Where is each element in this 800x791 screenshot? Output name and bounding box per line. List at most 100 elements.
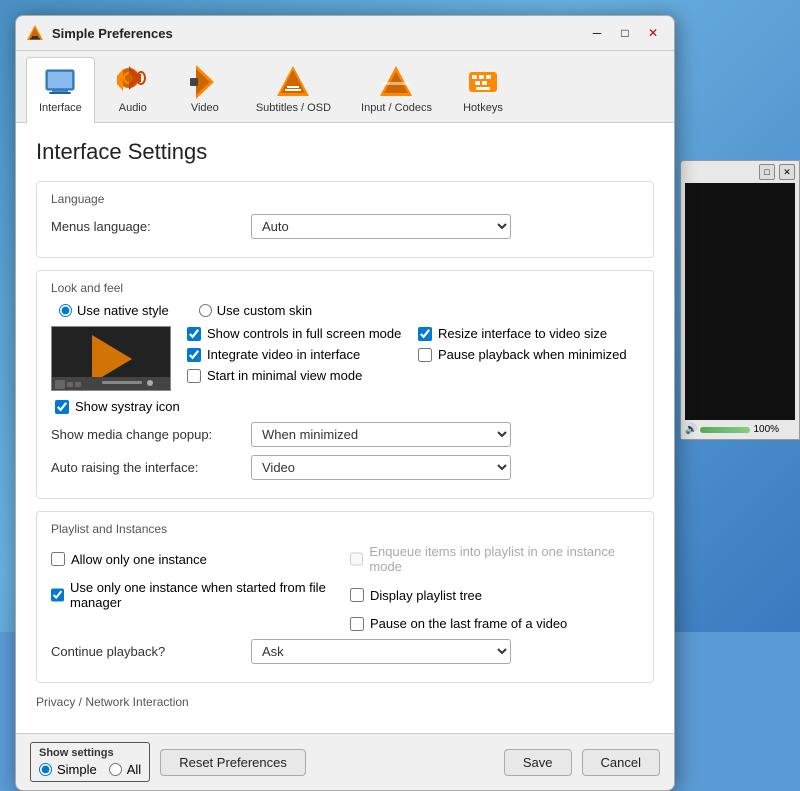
reset-preferences-button[interactable]: Reset Preferences [160,749,306,776]
menus-language-control: Auto English French German [251,214,639,239]
integrate-video-label: Integrate video in interface [207,347,360,362]
continue-playback-select[interactable]: Ask Always Never [251,639,511,664]
cancel-button[interactable]: Cancel [582,749,660,776]
auto-raising-select[interactable]: Video Never Always [251,455,511,480]
tab-interface-label: Interface [39,102,82,114]
page-title: Interface Settings [36,139,654,165]
volume-row: 🔊 100% [685,424,795,435]
integrate-video-checkbox[interactable]: Integrate video in interface [187,347,408,362]
options-column: Show controls in full screen mode Resize… [183,326,639,391]
pause-minimized-checkbox[interactable]: Pause playback when minimized [418,347,639,362]
speaker-icon: 🔊 [685,424,697,435]
tab-bar: Interface Audio [16,51,674,123]
display-playlist-tree-checkbox[interactable]: Display playlist tree [350,580,639,610]
look-and-feel-section: Look and feel Use native style Use custo… [36,270,654,499]
tab-input-label: Input / Codecs [361,102,432,114]
titlebar: Simple Preferences ─ □ ✕ [16,16,674,51]
systray-checkbox[interactable]: Show systray icon [55,399,639,414]
vlc-icon [26,24,44,42]
close-button[interactable]: ✕ [642,22,664,44]
show-settings-label: Show settings [39,747,141,759]
bottom-bar: Show settings Simple All Reset Preferenc… [16,733,674,790]
show-media-popup-row: Show media change popup: When minimized … [51,422,639,447]
enqueue-label: Enqueue items into playlist in one insta… [369,544,639,574]
pause-last-frame-label: Pause on the last frame of a video [370,616,567,631]
enqueue-checkbox[interactable]: Enqueue items into playlist in one insta… [350,544,639,574]
one-instance-label: Allow only one instance [71,552,207,567]
file-manager-instance-checkbox[interactable]: Use only one instance when started from … [51,580,340,610]
custom-skin-label: Use custom skin [217,303,312,318]
show-controls-checkbox[interactable]: Show controls in full screen mode [187,326,408,341]
save-button[interactable]: Save [504,749,572,776]
minimize-button[interactable]: ─ [586,22,608,44]
tab-subtitles-label: Subtitles / OSD [256,102,331,114]
window-controls: ─ □ ✕ [586,22,664,44]
tab-interface[interactable]: Interface [26,57,95,123]
show-settings-radios: Simple All [39,762,141,777]
show-media-popup-select[interactable]: When minimized Always Never [251,422,511,447]
playlist-checkboxes: Allow only one instance Enqueue items in… [51,544,639,631]
language-section: Language Menus language: Auto English Fr… [36,181,654,258]
mini-close-button[interactable]: ✕ [779,164,795,180]
tab-input-icon [378,64,414,100]
dialog-title: Simple Preferences [52,26,586,41]
interface-preview [51,326,171,391]
show-controls-label: Show controls in full screen mode [207,326,401,341]
look-and-feel-title: Look and feel [51,281,639,295]
continue-playback-row: Continue playback? Ask Always Never [51,639,639,664]
tab-interface-icon [42,64,78,100]
playlist-section-title: Playlist and Instances [51,522,639,536]
tab-input[interactable]: Input / Codecs [348,57,445,122]
style-radio-group: Use native style Use custom skin [59,303,639,318]
native-style-label: Use native style [77,303,169,318]
simple-label: Simple [57,762,97,777]
mini-player-panel: □ ✕ 🔊 100% [680,160,800,440]
tab-hotkeys-label: Hotkeys [463,102,503,114]
auto-raising-row: Auto raising the interface: Video Never … [51,455,639,480]
menus-language-row: Menus language: Auto English French Germ… [51,214,639,239]
mini-player-video [685,183,795,420]
privacy-section-title: Privacy / Network Interaction [36,695,654,709]
auto-raising-label: Auto raising the interface: [51,460,251,475]
tab-video-label: Video [191,102,219,114]
show-settings-box: Show settings Simple All [30,742,150,782]
tab-audio[interactable]: Audio [99,57,167,122]
language-section-title: Language [51,192,639,206]
maximize-button[interactable]: □ [614,22,636,44]
resize-interface-label: Resize interface to video size [438,326,607,341]
minimal-view-label: Start in minimal view mode [207,368,362,383]
tab-hotkeys-icon [465,64,501,100]
tab-hotkeys[interactable]: Hotkeys [449,57,517,122]
one-instance-checkbox[interactable]: Allow only one instance [51,544,340,574]
tab-subtitles-icon [275,64,311,100]
mini-maximize-button[interactable]: □ [759,164,775,180]
pause-last-frame-checkbox[interactable]: Pause on the last frame of a video [350,616,639,631]
tab-video[interactable]: Video [171,57,239,122]
settings-content: Interface Settings Language Menus langua… [16,123,674,733]
native-style-radio[interactable]: Use native style [59,303,169,318]
volume-label: 100% [753,424,779,435]
mini-player-titlebar: □ ✕ [681,161,799,183]
resize-interface-checkbox[interactable]: Resize interface to video size [418,326,639,341]
simple-radio[interactable]: Simple [39,762,97,777]
menus-language-select[interactable]: Auto English French German [251,214,511,239]
playlist-section: Playlist and Instances Allow only one in… [36,511,654,683]
custom-skin-radio[interactable]: Use custom skin [199,303,312,318]
tab-video-icon [187,64,223,100]
systray-label: Show systray icon [75,399,180,414]
mini-player-controls: 🔊 100% [681,420,799,439]
minimal-view-checkbox[interactable]: Start in minimal view mode [187,368,408,383]
continue-playback-label: Continue playback? [51,644,251,659]
pause-minimized-label: Pause playback when minimized [438,347,627,362]
tab-audio-icon [115,64,151,100]
all-radio[interactable]: All [109,762,141,777]
volume-bar[interactable] [700,427,750,433]
tab-subtitles[interactable]: Subtitles / OSD [243,57,344,122]
menus-language-label: Menus language: [51,219,251,234]
preferences-dialog: Simple Preferences ─ □ ✕ Interface [15,15,675,791]
checkbox-grid: Show controls in full screen mode Resize… [187,326,639,383]
all-label: All [127,762,141,777]
file-manager-instance-label: Use only one instance when started from … [70,580,340,610]
preview-options-row: Show controls in full screen mode Resize… [51,326,639,391]
show-media-popup-label: Show media change popup: [51,427,251,442]
